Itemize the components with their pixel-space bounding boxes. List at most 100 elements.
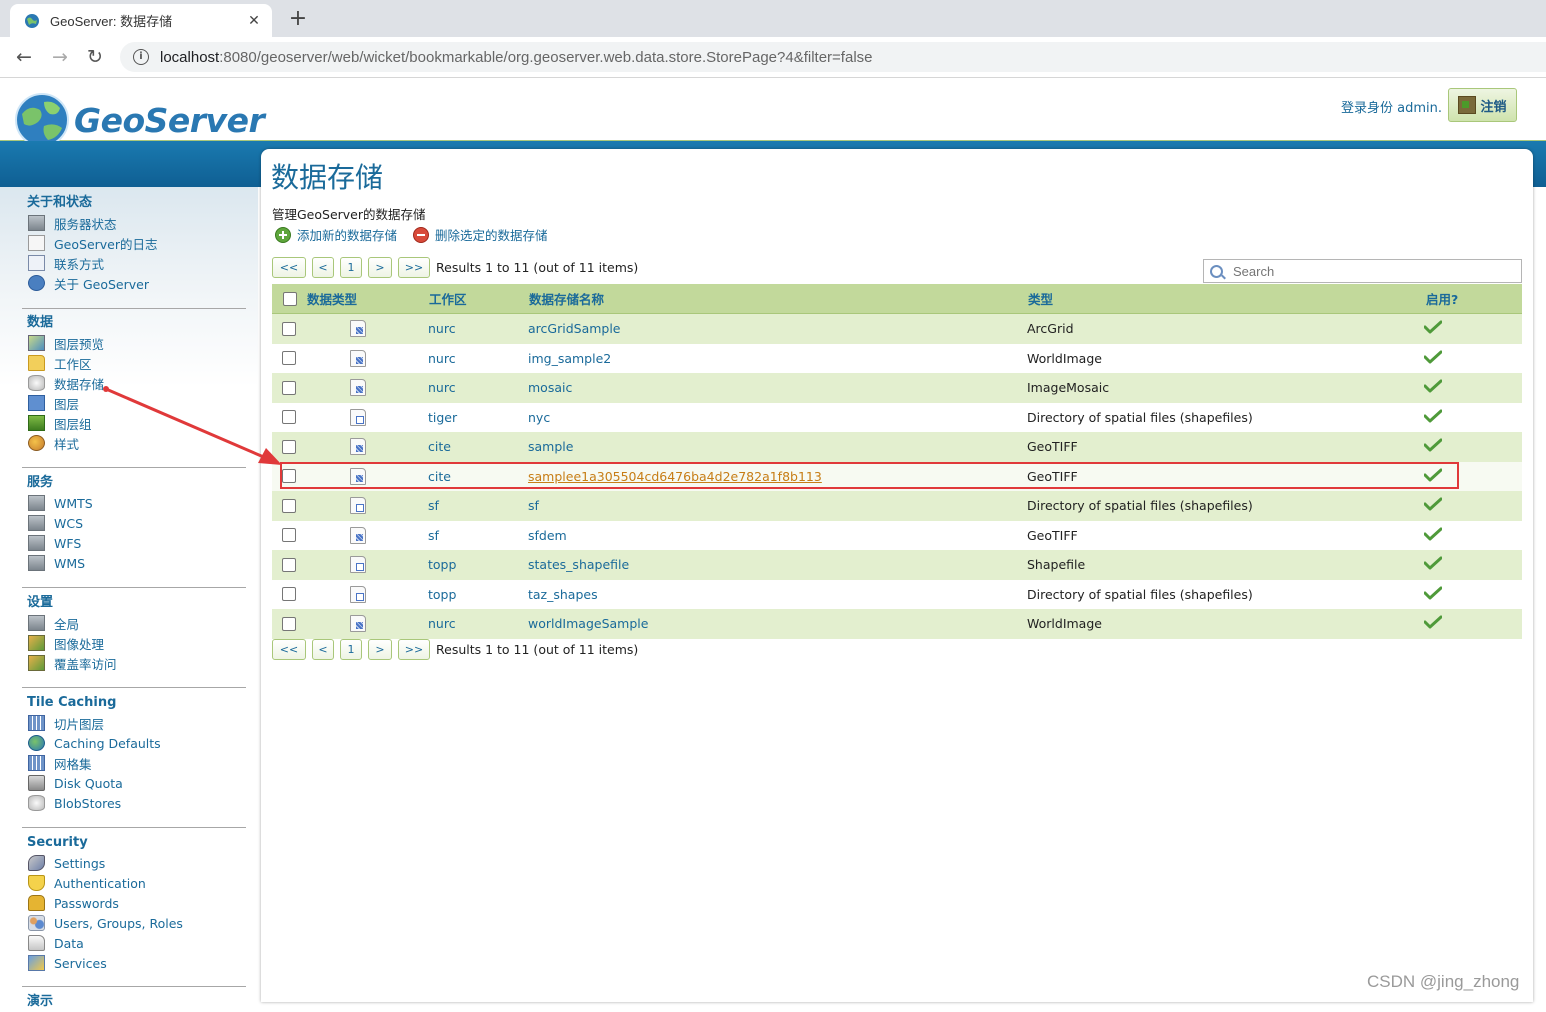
store-name-link[interactable]: states_shapefile bbox=[528, 557, 629, 572]
row-checkbox[interactable] bbox=[282, 528, 296, 543]
workspace-link[interactable]: sf bbox=[428, 498, 439, 513]
store-name-link[interactable]: worldImageSample bbox=[528, 616, 648, 631]
pager-page-button[interactable]: 1 bbox=[340, 639, 362, 660]
row-checkbox[interactable] bbox=[282, 557, 296, 572]
sidebar-item-authentication[interactable]: Authentication bbox=[22, 873, 246, 893]
pager-next-button[interactable]: > bbox=[368, 639, 392, 660]
sidebar-item-wfs[interactable]: WFS bbox=[22, 533, 246, 553]
workspace-link[interactable]: nurc bbox=[428, 321, 456, 336]
sidebar-item-caching-defaults[interactable]: Caching Defaults bbox=[22, 733, 246, 753]
workspace-link[interactable]: cite bbox=[428, 439, 451, 454]
sidebar-item-about[interactable]: 关于 GeoServer bbox=[22, 273, 246, 293]
store-name-link[interactable]: nyc bbox=[528, 410, 550, 425]
row-checkbox[interactable] bbox=[282, 410, 296, 425]
col-header-enabled[interactable]: 启用? bbox=[1425, 284, 1522, 314]
workspace-cell: topp bbox=[428, 579, 528, 609]
sidebar-item-gridsets[interactable]: 网格集 bbox=[22, 753, 246, 773]
col-header-data-type[interactable]: 数据类型 bbox=[306, 284, 428, 314]
workspace-cell: nurc bbox=[428, 343, 528, 373]
sidebar-item-label: 图层预览 bbox=[54, 336, 105, 352]
sidebar-item-global[interactable]: 全局 bbox=[22, 613, 246, 633]
sidebar-item-tile-layers[interactable]: 切片图层 bbox=[22, 713, 246, 733]
sidebar-item-layers[interactable]: 图层 bbox=[22, 393, 246, 413]
row-checkbox[interactable] bbox=[282, 469, 296, 484]
workspace-link[interactable]: topp bbox=[428, 557, 456, 572]
workspace-link[interactable]: nurc bbox=[428, 351, 456, 366]
sidebar-item-image-processing[interactable]: 图像处理 bbox=[22, 633, 246, 653]
workspace-link[interactable]: nurc bbox=[428, 616, 456, 631]
workspace-link[interactable]: topp bbox=[428, 587, 456, 602]
sidebar-item-data-security[interactable]: Data bbox=[22, 933, 246, 953]
row-checkbox[interactable] bbox=[282, 498, 296, 513]
sidebar-item-users-groups-roles[interactable]: Users, Groups, Roles bbox=[22, 913, 246, 933]
url-field[interactable]: i localhost:8080/geoserver/web/wicket/bo… bbox=[120, 42, 1546, 72]
back-button[interactable]: ← bbox=[12, 46, 36, 68]
workspace-link[interactable]: nurc bbox=[428, 380, 456, 395]
pager-last-button[interactable]: >> bbox=[398, 257, 430, 278]
sidebar-item-workspaces[interactable]: 工作区 bbox=[22, 353, 246, 373]
forward-button[interactable]: → bbox=[48, 46, 72, 68]
sidebar-item-blobstores[interactable]: BlobStores bbox=[22, 793, 246, 813]
row-checkbox[interactable] bbox=[282, 587, 296, 602]
store-name-link[interactable]: mosaic bbox=[528, 380, 572, 395]
logout-button[interactable]: 注销 bbox=[1448, 88, 1517, 122]
store-name-link[interactable]: sample bbox=[528, 439, 573, 454]
row-checkbox[interactable] bbox=[282, 439, 296, 454]
sidebar-item-styles[interactable]: 样式 bbox=[22, 433, 246, 453]
sidebar-item-wmts[interactable]: WMTS bbox=[22, 493, 246, 513]
row-checkbox[interactable] bbox=[282, 380, 296, 395]
add-store-link[interactable]: 添加新的数据存储 bbox=[275, 225, 397, 244]
store-name-link[interactable]: img_sample2 bbox=[528, 351, 611, 366]
sidebar-item-contact[interactable]: 联系方式 bbox=[22, 253, 246, 273]
new-tab-button[interactable]: + bbox=[286, 6, 310, 32]
store-name-link[interactable]: taz_shapes bbox=[528, 587, 598, 602]
store-type-cell: WorldImage bbox=[1027, 609, 1425, 639]
sidebar-item-disk-quota[interactable]: Disk Quota bbox=[22, 773, 246, 793]
sidebar-item-security-settings[interactable]: Settings bbox=[22, 853, 246, 873]
sidebar-item-server-status[interactable]: 服务器状态 bbox=[22, 213, 246, 233]
sidebar-item-layer-groups[interactable]: 图层组 bbox=[22, 413, 246, 433]
logout-door-icon bbox=[1458, 96, 1477, 114]
pager-next-button[interactable]: > bbox=[368, 257, 392, 278]
workspace-link[interactable]: sf bbox=[428, 528, 439, 543]
sidebar-item-wcs[interactable]: WCS bbox=[22, 513, 246, 533]
pager-last-button[interactable]: >> bbox=[398, 639, 430, 660]
store-name-link[interactable]: sf bbox=[528, 498, 539, 513]
search-field[interactable] bbox=[1203, 259, 1522, 283]
sidebar-item-service-security[interactable]: Services bbox=[22, 953, 246, 973]
workspace-link[interactable]: tiger bbox=[428, 410, 457, 425]
col-header-store-name[interactable]: 数据存储名称 bbox=[528, 284, 1027, 314]
pager-page-button[interactable]: 1 bbox=[340, 257, 362, 278]
sidebar-item-stores[interactable]: 数据存储 bbox=[22, 373, 246, 393]
col-header-workspace[interactable]: 工作区 bbox=[428, 284, 528, 314]
row-checkbox[interactable] bbox=[282, 321, 296, 336]
browser-tab[interactable]: GeoServer: 数据存储 ✕ bbox=[10, 4, 272, 37]
enabled-check-icon bbox=[1423, 350, 1443, 364]
row-checkbox[interactable] bbox=[282, 616, 296, 631]
page-description: 管理GeoServer的数据存储 bbox=[272, 207, 426, 222]
pager-prev-button[interactable]: < bbox=[312, 257, 334, 278]
site-info-icon[interactable]: i bbox=[133, 49, 149, 65]
pager-first-button[interactable]: << bbox=[272, 639, 306, 660]
pager-first-button[interactable]: << bbox=[272, 257, 306, 278]
geoserver-logo[interactable]: GeoServer bbox=[14, 92, 265, 148]
col-header-type[interactable]: 类型 bbox=[1027, 284, 1425, 314]
search-input[interactable] bbox=[1231, 262, 1515, 280]
sidebar-item-coverage-access[interactable]: 覆盖率访问 bbox=[22, 653, 246, 673]
tab-close-icon[interactable]: ✕ bbox=[244, 13, 264, 29]
reload-button[interactable]: ↻ bbox=[83, 46, 107, 68]
blobstore-database-icon bbox=[28, 795, 45, 811]
sidebar-item-layer-preview[interactable]: 图层预览 bbox=[22, 333, 246, 353]
pager-prev-button[interactable]: < bbox=[312, 639, 334, 660]
remove-store-link[interactable]: 删除选定的数据存储 bbox=[413, 225, 548, 244]
workspace-link[interactable]: cite bbox=[428, 469, 451, 484]
sidebar-item-passwords[interactable]: Passwords bbox=[22, 893, 246, 913]
row-checkbox[interactable] bbox=[282, 351, 296, 366]
layer-icon bbox=[28, 395, 45, 411]
store-name-link[interactable]: samplee1a305504cd6476ba4d2e782a1f8b113 bbox=[528, 469, 822, 484]
sidebar-item-logs[interactable]: GeoServer的日志 bbox=[22, 233, 246, 253]
sidebar-item-wms[interactable]: WMS bbox=[22, 553, 246, 573]
store-name-link[interactable]: sfdem bbox=[528, 528, 567, 543]
select-all-checkbox[interactable] bbox=[283, 291, 297, 306]
store-name-link[interactable]: arcGridSample bbox=[528, 321, 621, 336]
